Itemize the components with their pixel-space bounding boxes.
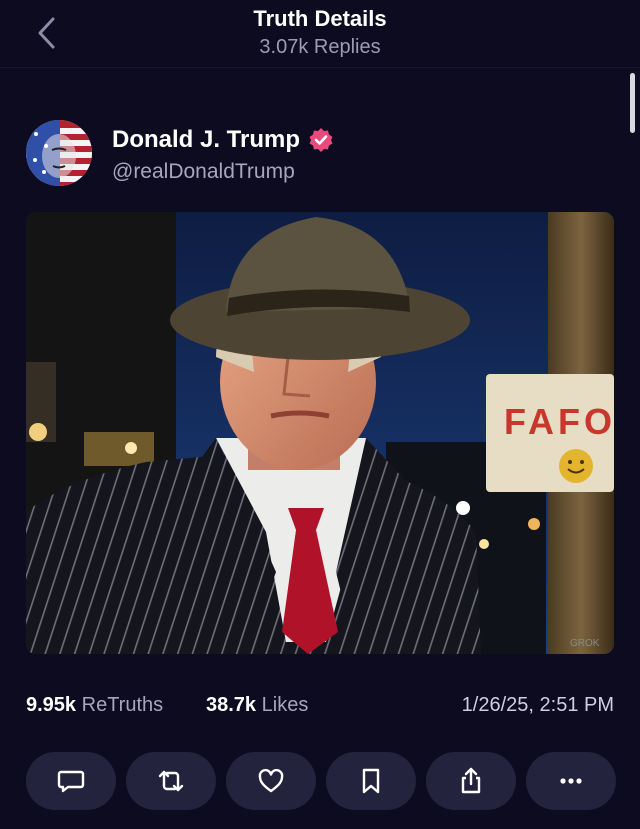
- author-name[interactable]: Donald J. Trump: [112, 126, 334, 154]
- author-handle[interactable]: @realDonaldTrump: [112, 160, 295, 184]
- share-icon: [461, 767, 481, 794]
- heart-icon: [258, 768, 284, 793]
- sign-text: FAFO: [504, 401, 614, 442]
- bookmark-icon: [362, 768, 380, 794]
- share-button[interactable]: [426, 752, 516, 810]
- retruths-count: 9.95k: [26, 694, 77, 716]
- avatar-image: [26, 120, 92, 186]
- page-title: Truth Details: [253, 6, 387, 31]
- bookmark-button[interactable]: [326, 752, 416, 810]
- retruths-stat[interactable]: 9.95k ReTruths: [26, 694, 163, 717]
- likes-stat[interactable]: 38.7k Likes: [206, 694, 308, 717]
- post-image-illustration: FAFO GROK: [26, 212, 614, 654]
- more-options-button[interactable]: [526, 752, 616, 810]
- action-bar: [26, 752, 616, 810]
- replies-count[interactable]: 3.07k Replies: [0, 36, 640, 59]
- post-image[interactable]: FAFO GROK: [26, 212, 614, 654]
- avatar[interactable]: [26, 120, 92, 186]
- more-icon: [560, 778, 582, 784]
- retruths-label: ReTruths: [81, 694, 164, 716]
- grok-watermark: GROK: [570, 638, 600, 649]
- likes-count: 38.7k: [206, 694, 257, 716]
- retruth-icon: [158, 770, 184, 792]
- top-bar: Truth Details 3.07k Replies: [0, 0, 640, 68]
- post-stats: 9.95k ReTruths 38.7k Likes 1/26/25, 2:51…: [26, 694, 614, 720]
- likes-label: Likes: [261, 694, 309, 716]
- verified-badge-icon: [308, 127, 334, 153]
- post-timestamp: 1/26/25, 2:51 PM: [461, 694, 614, 716]
- scrollbar[interactable]: [630, 73, 635, 133]
- author-name-text: Donald J. Trump: [112, 126, 301, 153]
- reply-icon: [57, 770, 85, 793]
- retruth-button[interactable]: [126, 752, 216, 810]
- like-button[interactable]: [226, 752, 316, 810]
- reply-button[interactable]: [26, 752, 116, 810]
